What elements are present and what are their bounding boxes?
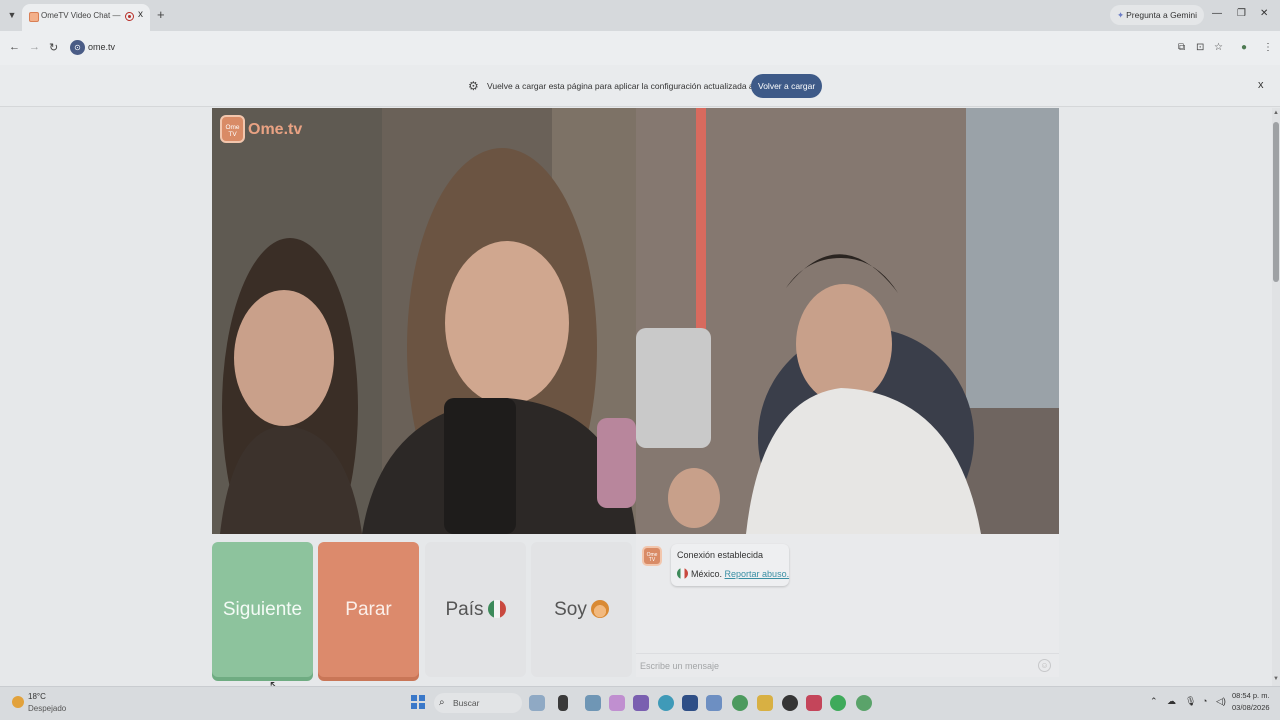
- sparkle-icon: ✦: [1117, 10, 1125, 20]
- self-video-frame: [636, 108, 1059, 534]
- tab-bar: ▼ OmeTV Video Chat — Ome x + ✦Pregunta a…: [0, 0, 1280, 31]
- vscode-app-icon[interactable]: [706, 695, 722, 711]
- connection-status: Conexión establecida: [677, 550, 764, 560]
- tray-chevron-up-icon[interactable]: ⌃: [1150, 696, 1158, 707]
- omnibox[interactable]: ⊙ ome.tv: [66, 37, 1170, 59]
- gender-label: Soy: [554, 598, 587, 620]
- taskbar-search[interactable]: ⌕ Buscar: [434, 693, 522, 713]
- weather-moon-icon: [12, 696, 24, 708]
- reload-icon[interactable]: ↻: [49, 41, 58, 54]
- message-input[interactable]: [640, 657, 1025, 675]
- boy-avatar-icon: [590, 599, 609, 618]
- stranger-video: Ome TV Ome.tv: [212, 108, 636, 534]
- bookmark-star-icon[interactable]: ☆: [1214, 42, 1223, 53]
- country-label: País: [445, 598, 484, 620]
- microphone-icon[interactable]: 🎙: [1185, 696, 1196, 707]
- forward-arrow-icon[interactable]: →: [29, 41, 40, 53]
- onedrive-icon[interactable]: ☁: [1167, 696, 1176, 707]
- system-message: Conexión establecida México. Reportar ab…: [671, 544, 789, 586]
- weather-desc: Despejado: [28, 704, 67, 713]
- report-abuse-link[interactable]: Reportar abuso.: [725, 569, 790, 579]
- stranger-country-row: México. Reportar abuso.: [677, 568, 789, 579]
- close-window-icon[interactable]: ✕: [1260, 8, 1268, 19]
- scroll-thumb[interactable]: [1273, 122, 1279, 282]
- logo-badge: Ome TV: [220, 115, 245, 143]
- gear-icon: ⚙: [468, 79, 479, 93]
- minimize-icon[interactable]: —: [1212, 8, 1222, 19]
- scroll-down-icon[interactable]: ▼: [1273, 676, 1279, 682]
- weather-temp: 18°C: [28, 692, 46, 701]
- logo-text: Ome.tv: [248, 121, 303, 138]
- new-tab-button[interactable]: +: [157, 7, 165, 22]
- clock-date[interactable]: 03/08/2026: [1232, 703, 1270, 712]
- store-app-icon[interactable]: [682, 695, 698, 711]
- clock-time[interactable]: 08:54 p. m.: [1232, 691, 1270, 700]
- tab-ometv[interactable]: OmeTV Video Chat — Ome x: [22, 4, 150, 31]
- next-button[interactable]: Siguiente: [212, 542, 313, 677]
- gender-button[interactable]: Soy: [531, 542, 632, 677]
- windows-start-icon[interactable]: [411, 695, 425, 709]
- site-info-icon[interactable]: ⊙: [70, 40, 85, 55]
- menu-kebab-icon[interactable]: ⋮: [1263, 42, 1273, 53]
- page-scrollbar[interactable]: ▲ ▼: [1272, 108, 1280, 686]
- message-bar: ☺: [636, 653, 1059, 677]
- country-button[interactable]: País: [425, 542, 526, 677]
- tiktok-app-icon[interactable]: [806, 695, 822, 711]
- install-app-icon[interactable]: ⊡: [1196, 42, 1204, 53]
- extension-icon[interactable]: ●: [1241, 42, 1247, 53]
- restore-icon[interactable]: ❐: [1237, 8, 1246, 19]
- gemini-label: Pregunta a Gemini: [1126, 10, 1197, 20]
- chrome-profile-app-icon[interactable]: [856, 695, 872, 711]
- translate-icon[interactable]: ⧉: [1178, 42, 1185, 53]
- spotify-app-icon[interactable]: [830, 695, 846, 711]
- self-video: [636, 108, 1059, 534]
- mexico-flag-icon: [487, 599, 506, 618]
- stranger-video-frame: [212, 108, 636, 534]
- recording-indicator-icon: [125, 12, 134, 21]
- ometv-page: Ome TV Ome.tv Siguiente Parar País Soy O…: [0, 108, 1272, 686]
- emoji-icon[interactable]: ☺: [1038, 659, 1051, 672]
- obs-app-icon[interactable]: [782, 695, 798, 711]
- address-bar: ← → ↻ ⊙ ome.tv ⧉ ⊡ ☆ ● ⋮: [0, 31, 1280, 65]
- volume-icon[interactable]: ◁): [1216, 696, 1226, 707]
- gemini-button[interactable]: ✦ Pregunta a Gemini: [1110, 5, 1204, 25]
- tab-title: OmeTV Video Chat — Ome: [41, 11, 123, 20]
- stranger-country: México.: [691, 569, 723, 579]
- chrome-app-icon[interactable]: [732, 695, 748, 711]
- photos-app-icon[interactable]: [585, 695, 601, 711]
- file-explorer-icon[interactable]: [757, 695, 773, 711]
- widgets-app-icon[interactable]: [529, 695, 545, 711]
- scroll-up-icon[interactable]: ▲: [1273, 110, 1279, 116]
- stop-button[interactable]: Parar: [318, 542, 419, 677]
- mexico-flag-icon: [677, 568, 688, 579]
- reload-page-button[interactable]: Volver a cargar: [751, 74, 823, 98]
- wifi-icon[interactable]: ◔: [1202, 696, 1207, 706]
- close-tab-button[interactable]: x: [138, 9, 143, 20]
- back-arrow-icon[interactable]: ←: [9, 41, 20, 53]
- taskbar-search-label: Buscar: [453, 698, 480, 708]
- url-text[interactable]: ome.tv: [88, 42, 115, 52]
- infobar-message: Vuelve a cargar esta página para aplicar…: [487, 81, 790, 91]
- ometv-favicon-icon: [29, 12, 39, 22]
- copilot-app-icon[interactable]: [609, 695, 625, 711]
- close-icon[interactable]: x: [1258, 79, 1264, 91]
- terminal-app-icon[interactable]: [558, 695, 568, 711]
- windows-taskbar: 18°C Despejado ⌕ Buscar ⌃ ☁ 🎙 ◔ ◁) 08:54…: [0, 686, 1280, 720]
- chevron-down-icon[interactable]: ▼: [4, 7, 20, 23]
- reload-infobar: ⚙ Vuelve a cargar esta página para aplic…: [0, 65, 1280, 107]
- edge-app-icon[interactable]: [658, 695, 674, 711]
- ometv-chat-badge: Ome TV: [642, 546, 662, 566]
- search-icon: ⌕: [439, 697, 445, 708]
- obsidian-app-icon[interactable]: [633, 695, 649, 711]
